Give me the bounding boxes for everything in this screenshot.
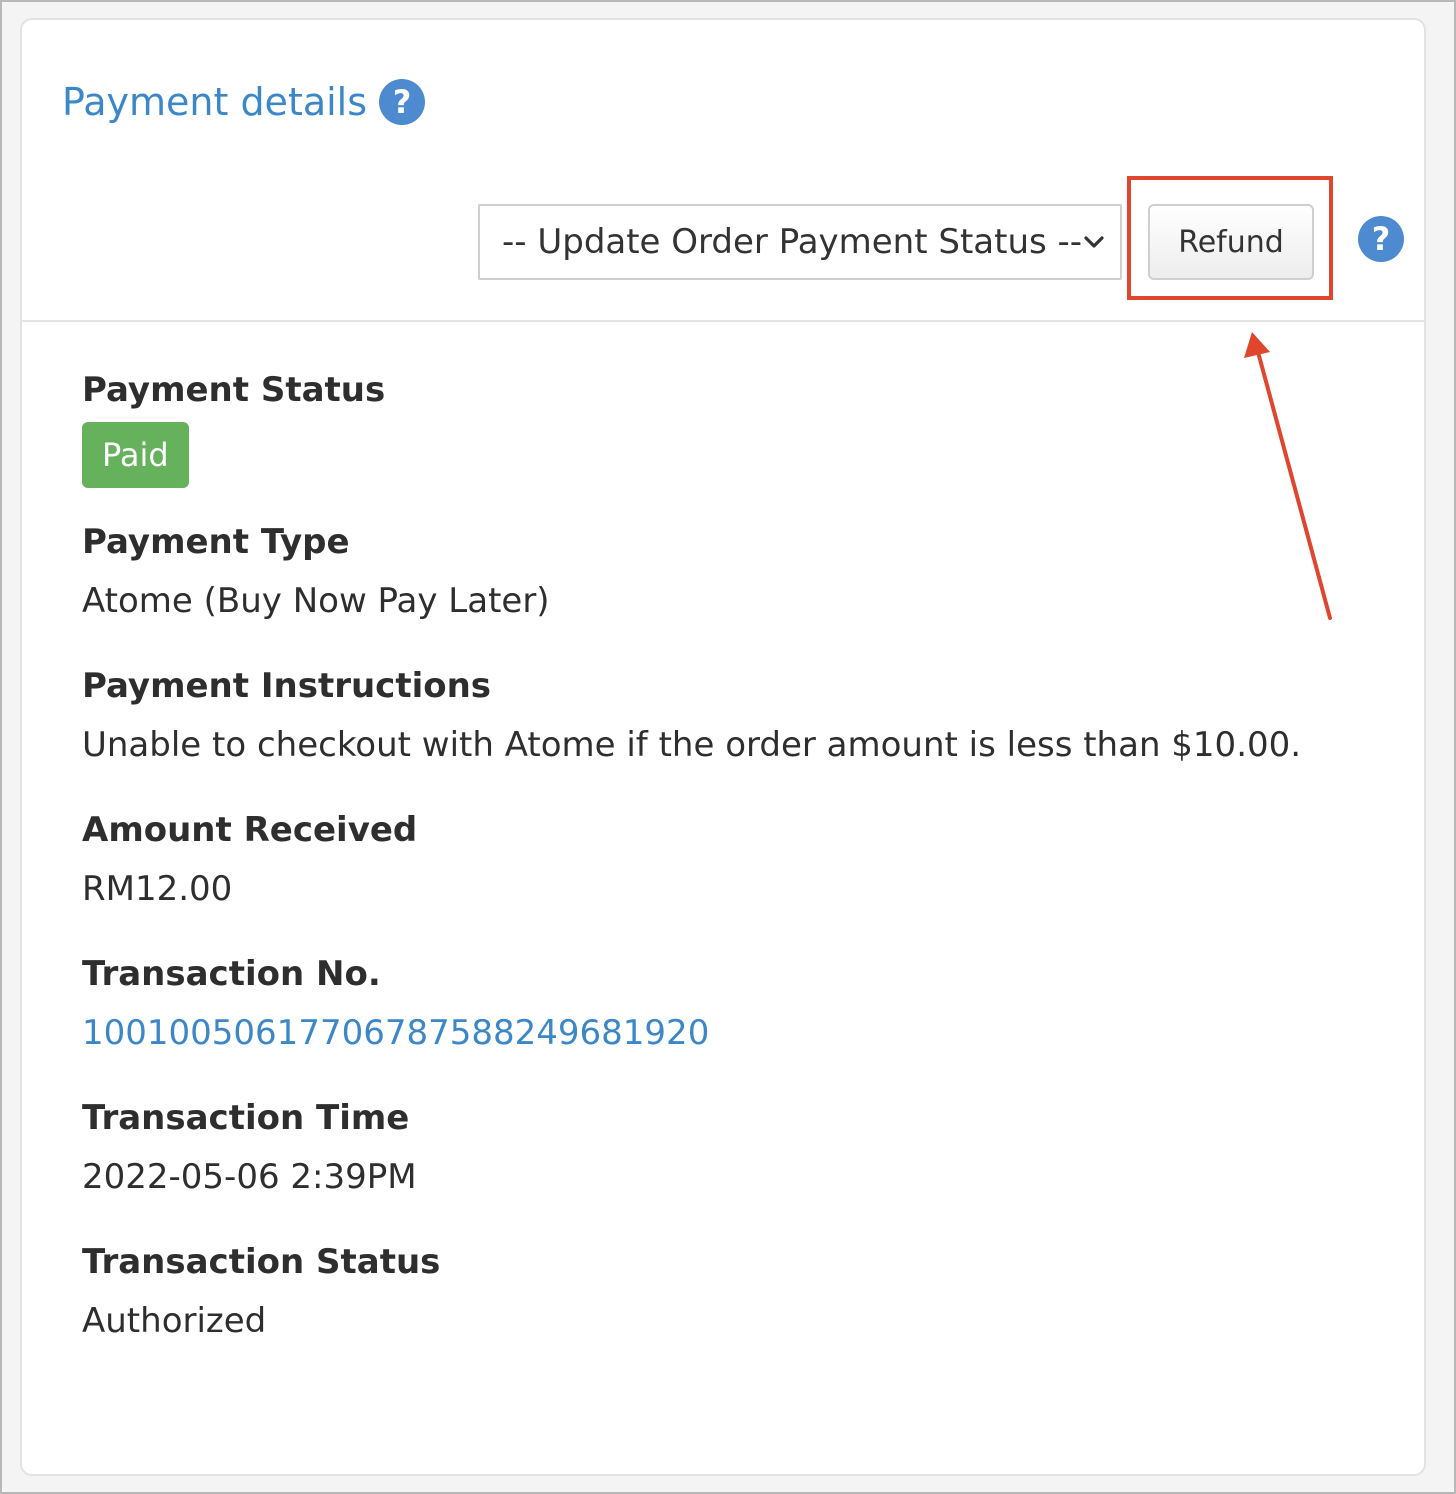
payment-details-list: Payment Status Paid Payment Type Atome (… xyxy=(82,362,1382,1378)
question-circle-icon[interactable]: ? xyxy=(1358,216,1404,262)
amount-received-label: Amount Received xyxy=(82,810,418,850)
payment-instructions-label: Payment Instructions xyxy=(82,666,492,706)
panel-title: Payment details xyxy=(62,80,368,124)
payment-status-label: Payment Status xyxy=(82,370,386,410)
amount-received-field: Amount Received RM12.00 xyxy=(82,802,1382,920)
payment-type-field: Payment Type Atome (Buy Now Pay Later) xyxy=(82,514,1382,632)
payment-status-select-value: -- Update Order Payment Status -- xyxy=(502,222,1083,262)
payment-status-select[interactable]: -- Update Order Payment Status -- xyxy=(478,204,1122,280)
chevron-down-icon xyxy=(1084,236,1104,248)
transaction-no-label: Transaction No. xyxy=(82,954,381,994)
amount-received-value: RM12.00 xyxy=(82,869,233,909)
transaction-time-label: Transaction Time xyxy=(82,1098,410,1138)
transaction-status-value: Authorized xyxy=(82,1301,267,1341)
panel-header: Payment details ? xyxy=(62,76,426,128)
payment-type-label: Payment Type xyxy=(82,522,350,562)
transaction-no-field: Transaction No. 100100506177067875882496… xyxy=(82,946,1382,1064)
payment-status-field: Payment Status Paid xyxy=(82,362,1382,488)
transaction-no-link[interactable]: 1001005061770678758824968192​0 xyxy=(82,1002,1382,1064)
question-circle-icon[interactable]: ? xyxy=(379,79,426,125)
status-badge: Paid xyxy=(82,422,189,488)
annotation-highlight-box xyxy=(1127,176,1333,300)
transaction-status-label: Transaction Status xyxy=(82,1242,441,1282)
transaction-status-field: Transaction Status Authorized xyxy=(82,1234,1382,1352)
transaction-time-value: 2022-05-06 2:39PM xyxy=(82,1157,417,1197)
payment-instructions-value: Unable to checkout with Atome if the ord… xyxy=(82,725,1302,765)
transaction-time-field: Transaction Time 2022-05-06 2:39PM xyxy=(82,1090,1382,1208)
payment-instructions-field: Payment Instructions Unable to checkout … xyxy=(82,658,1382,776)
divider xyxy=(22,320,1424,322)
payment-type-value: Atome (Buy Now Pay Later) xyxy=(82,581,550,621)
